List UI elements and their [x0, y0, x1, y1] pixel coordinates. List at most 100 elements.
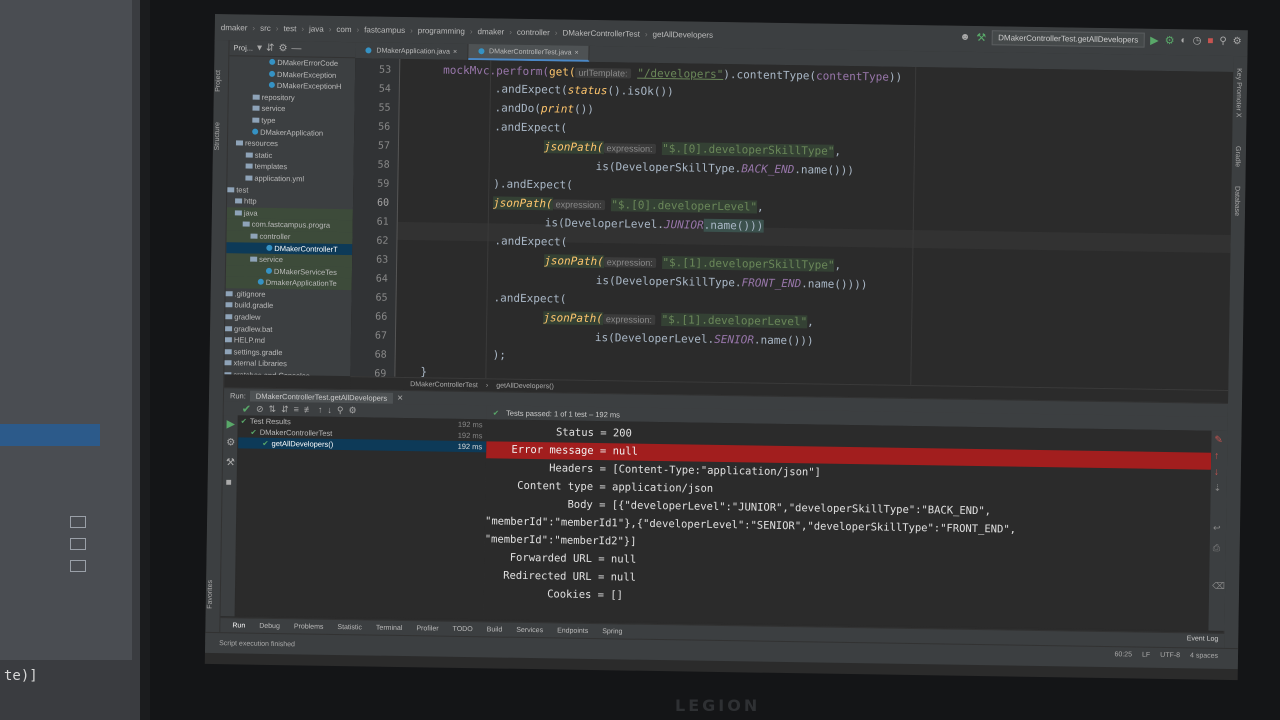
- debug-icon[interactable]: ⚙: [1165, 34, 1175, 47]
- nav-crumb[interactable]: programming: [418, 26, 465, 36]
- code-token: .andExpect(: [494, 82, 568, 97]
- nav-crumb[interactable]: fastcampus: [364, 25, 405, 35]
- line-number: 63: [376, 254, 389, 266]
- parameter-hint: expression:: [602, 314, 655, 325]
- debug-rerun-icon[interactable]: ⚙: [226, 437, 235, 448]
- down-arrow-icon[interactable]: ↓: [1214, 467, 1219, 478]
- class-icon: [268, 82, 275, 89]
- tool-window-structure[interactable]: Structure: [214, 122, 221, 151]
- settings-icon[interactable]: ⚙: [1233, 36, 1242, 47]
- close-icon[interactable]: ×: [397, 392, 403, 403]
- code-token: .name()))): [801, 277, 868, 292]
- minimize-icon[interactable]: —: [291, 43, 301, 54]
- breadcrumb-class[interactable]: DMakerControllerTest: [410, 381, 478, 389]
- collapse-icon[interactable]: ⇵: [266, 43, 275, 54]
- code-token: );: [492, 348, 507, 362]
- trash-icon[interactable]: ⌫: [1212, 581, 1225, 592]
- code-line-53: mockMvc.perform(get(urlTemplate: "/devel…: [443, 64, 902, 84]
- chevron-down-icon[interactable]: ▾: [257, 43, 262, 54]
- stop-icon[interactable]: ■: [1207, 36, 1213, 47]
- gear-icon[interactable]: ⚙: [278, 43, 287, 54]
- nav-crumb[interactable]: controller: [517, 27, 550, 37]
- tool-tab-problems[interactable]: Problems: [294, 623, 324, 630]
- caret-position[interactable]: 60:25: [1114, 651, 1132, 658]
- stop-icon[interactable]: ■: [226, 477, 232, 488]
- rerun-icon[interactable]: ▶: [226, 417, 235, 430]
- collapse-all-icon[interactable]: ≢: [304, 404, 313, 414]
- tree-item-label: service: [259, 254, 283, 265]
- tool-tab-run[interactable]: Run: [232, 622, 245, 629]
- file-icon: [224, 372, 232, 377]
- nav-crumb[interactable]: src: [260, 23, 271, 32]
- project-view-select[interactable]: Proj...: [233, 43, 253, 52]
- tool-tab-statistic[interactable]: Statistic: [337, 624, 362, 631]
- show-passed-icon[interactable]: ✔: [242, 402, 251, 415]
- scroll-end-icon[interactable]: ⇣: [1214, 483, 1222, 494]
- tool-tab-debug[interactable]: Debug: [259, 623, 280, 630]
- tool-tab-todo[interactable]: TODO: [453, 626, 473, 633]
- tool-window-project[interactable]: Project: [215, 70, 222, 92]
- up-icon[interactable]: ↑: [318, 405, 323, 415]
- tab-dmaker-controller-test[interactable]: DMakerControllerTest.java ×: [467, 43, 590, 62]
- search-icon[interactable]: ⚲: [1219, 36, 1227, 47]
- tool-window-database[interactable]: Database: [1233, 186, 1240, 216]
- close-icon[interactable]: ×: [575, 49, 579, 56]
- code-token: .name())): [753, 333, 814, 348]
- code-token: is(DeveloperSkillType.: [595, 159, 742, 176]
- nav-crumb[interactable]: DMakerControllerTest: [562, 28, 639, 38]
- tool-window-key-promoter[interactable]: Key Promoter X: [1235, 68, 1243, 118]
- code-editor[interactable]: 53 54 55 56 57 58 59 60 61 62 63 64 65 66 67 68 69 mockM…: [350, 58, 1234, 390]
- tool-tab-services[interactable]: Services: [516, 627, 543, 634]
- test-name: Test Results: [249, 416, 291, 427]
- tool-tab-profiler[interactable]: Profiler: [416, 625, 438, 632]
- sort-duration-icon[interactable]: ⇵: [281, 404, 289, 415]
- nav-crumb[interactable]: getAllDevelopers: [652, 29, 713, 39]
- tree-item-label: service: [261, 104, 286, 114]
- search-icon[interactable]: ⚲: [337, 404, 344, 415]
- nav-crumb[interactable]: java: [309, 24, 324, 33]
- coverage-icon[interactable]: ◐: [1180, 35, 1186, 46]
- profile-icon[interactable]: ◷: [1193, 35, 1202, 46]
- gear-icon[interactable]: ⚙: [348, 405, 356, 416]
- file-encoding[interactable]: UTF-8: [1160, 652, 1180, 659]
- line-separator[interactable]: LF: [1142, 652, 1150, 659]
- expand-icon[interactable]: ≡: [294, 404, 299, 414]
- code-token: SENIOR: [714, 332, 755, 347]
- nav-crumb[interactable]: dmaker: [221, 23, 248, 32]
- console-output[interactable]: Status = 200 Error message = null Header…: [483, 419, 1212, 631]
- wrench-icon[interactable]: ⚒: [226, 457, 235, 468]
- nav-crumb[interactable]: test: [283, 24, 296, 33]
- event-log-button[interactable]: Event Log: [1187, 635, 1219, 642]
- tree-item-label: DMakerException: [276, 69, 337, 80]
- up-arrow-icon[interactable]: ↑: [1214, 451, 1219, 462]
- run-icon[interactable]: ▶: [1150, 34, 1159, 47]
- soft-wrap-icon[interactable]: ↩: [1213, 523, 1221, 534]
- tool-tab-spring[interactable]: Spring: [602, 628, 622, 635]
- tool-tab-terminal[interactable]: Terminal: [376, 625, 403, 632]
- nav-crumb[interactable]: com: [336, 24, 351, 33]
- tool-window-favorites[interactable]: Favorites: [207, 580, 214, 609]
- indent-setting[interactable]: 4 spaces: [1190, 652, 1218, 659]
- down-icon[interactable]: ↓: [327, 405, 332, 415]
- nav-crumb[interactable]: dmaker: [478, 27, 505, 36]
- line-number-gutter: 53 54 55 56 57 58 59 60 61 62 63 64 65 66 67 68 69: [350, 58, 401, 380]
- run-configuration-select[interactable]: DMakerControllerTest.getAllDevelopers: [992, 30, 1145, 48]
- breadcrumb-method[interactable]: getAllDevelopers(): [496, 382, 554, 390]
- sort-icon[interactable]: ⇅: [268, 403, 276, 414]
- class-icon: [269, 70, 276, 77]
- tool-window-gradle[interactable]: Gradle: [1234, 146, 1241, 167]
- close-icon[interactable]: ×: [453, 48, 457, 55]
- print-icon[interactable]: ⎙: [1213, 543, 1220, 554]
- build-hammer-icon[interactable]: ⚒: [976, 31, 986, 44]
- tree-item[interactable]: cratches and Consoles: [224, 369, 350, 377]
- folder-icon: [235, 198, 243, 204]
- tool-tab-endpoints[interactable]: Endpoints: [557, 627, 588, 634]
- tree-item-label: settings.gradle: [233, 347, 283, 357]
- tool-tab-build[interactable]: Build: [487, 626, 503, 633]
- code-line-54: .andExpect(status().isOk()): [495, 82, 674, 98]
- show-ignored-icon[interactable]: ⊘: [256, 403, 264, 414]
- user-icon[interactable]: ☻: [960, 32, 971, 43]
- tab-dmaker-application[interactable]: DMakerApplication.java ×: [355, 42, 469, 60]
- code-token: JUNIOR: [663, 218, 704, 232]
- pen-icon[interactable]: ✎: [1214, 435, 1223, 446]
